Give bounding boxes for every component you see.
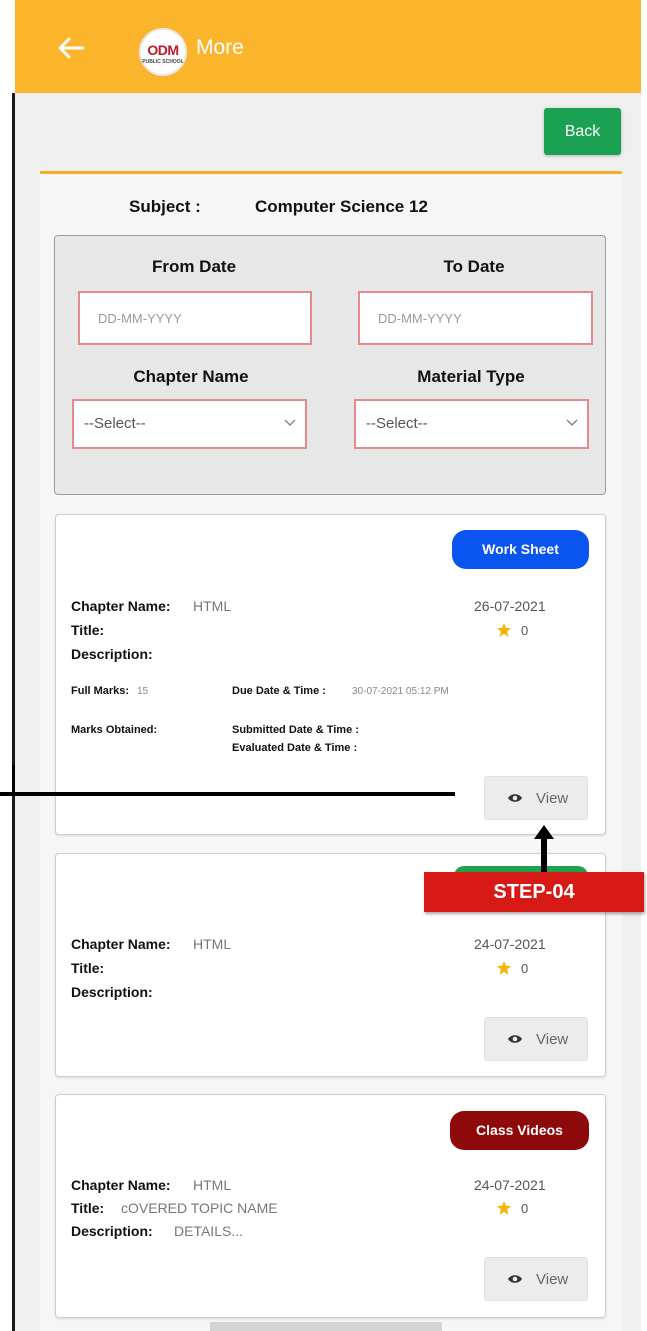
logo-text: ODM — [147, 42, 179, 58]
back-arrow-icon[interactable] — [53, 30, 89, 66]
view-label: View — [536, 1031, 569, 1048]
eye-icon — [508, 1275, 522, 1283]
subject-label: Subject : — [129, 197, 201, 216]
description-label: Description: — [71, 984, 153, 1000]
school-logo: ODM PUBLIC SCHOOL — [139, 28, 187, 76]
view-button[interactable]: View — [484, 1017, 588, 1061]
material-date: 26-07-2021 — [474, 598, 546, 614]
to-date-input[interactable] — [358, 291, 593, 345]
chapter-name-label: Chapter Name: — [71, 1177, 171, 1193]
star-icon — [497, 1201, 511, 1215]
title-label: Title: — [71, 1200, 105, 1216]
title-value: cOVERED TOPIC NAME — [121, 1200, 278, 1216]
material-select-value: --Select-- — [366, 415, 428, 432]
from-date-input[interactable] — [78, 291, 312, 345]
description-value: DETAILS... — [174, 1223, 243, 1239]
chapter-name-value: HTML — [193, 936, 232, 952]
description-label: Description: — [71, 646, 153, 662]
subject-value: Computer Science 12 — [255, 197, 428, 216]
chevron-down-icon — [284, 419, 296, 427]
evaluated-date-label: Evaluated Date & Time : — [232, 742, 358, 754]
chapter-name-label: Chapter Name: — [71, 936, 171, 952]
marks-obtained-label: Marks Obtained: — [71, 724, 158, 736]
chapter-name-select[interactable]: --Select-- — [72, 399, 307, 449]
annotation-pointer-line — [0, 792, 455, 796]
title-label: Title: — [71, 960, 105, 976]
app-bar: ODM PUBLIC SCHOOL More — [15, 0, 641, 93]
chapter-name-value: HTML — [193, 1177, 232, 1193]
rating-value: 0 — [521, 623, 529, 638]
to-date-label: To Date — [443, 257, 505, 276]
chapter-select-value: --Select-- — [84, 415, 146, 432]
rating-value: 0 — [521, 961, 529, 976]
chapter-name-label: Chapter Name — [133, 367, 249, 386]
back-button[interactable]: Back — [544, 108, 621, 155]
up-arrow-icon — [534, 825, 554, 873]
material-type-label: Material Type — [417, 367, 525, 386]
submitted-date-label: Submitted Date & Time : — [232, 724, 359, 736]
title-label: Title: — [71, 622, 105, 638]
material-date: 24-07-2021 — [474, 936, 546, 952]
from-date-label: From Date — [151, 257, 237, 276]
view-label: View — [536, 1271, 569, 1288]
eye-icon — [508, 1035, 522, 1043]
material-type-badge: Work Sheet — [452, 530, 589, 569]
material-type-select[interactable]: --Select-- — [354, 399, 589, 449]
rating-value: 0 — [521, 1201, 529, 1216]
material-date: 24-07-2021 — [474, 1177, 546, 1193]
material-type-badge: Class Videos — [450, 1111, 589, 1150]
chevron-down-icon — [566, 419, 578, 427]
due-date-value: 30-07-2021 05:12 PM — [352, 686, 449, 697]
page-title: More — [196, 36, 244, 59]
description-label: Description: — [71, 1223, 153, 1239]
due-date-label: Due Date & Time : — [232, 685, 326, 697]
view-button[interactable]: View — [484, 1257, 588, 1301]
view-label: View — [536, 790, 569, 807]
chapter-name-label: Chapter Name: — [71, 598, 171, 614]
chapter-name-value: HTML — [193, 598, 232, 614]
star-icon — [497, 623, 511, 637]
step-label: STEP-04 — [424, 872, 644, 912]
full-marks-label: Full Marks: — [71, 685, 130, 697]
eye-icon — [508, 794, 522, 802]
star-icon — [497, 961, 511, 975]
bottom-scroll-indicator — [210, 1322, 442, 1331]
logo-subtext: PUBLIC SCHOOL — [142, 59, 184, 65]
full-marks-value: 15 — [137, 686, 149, 697]
view-button[interactable]: View — [484, 776, 588, 820]
